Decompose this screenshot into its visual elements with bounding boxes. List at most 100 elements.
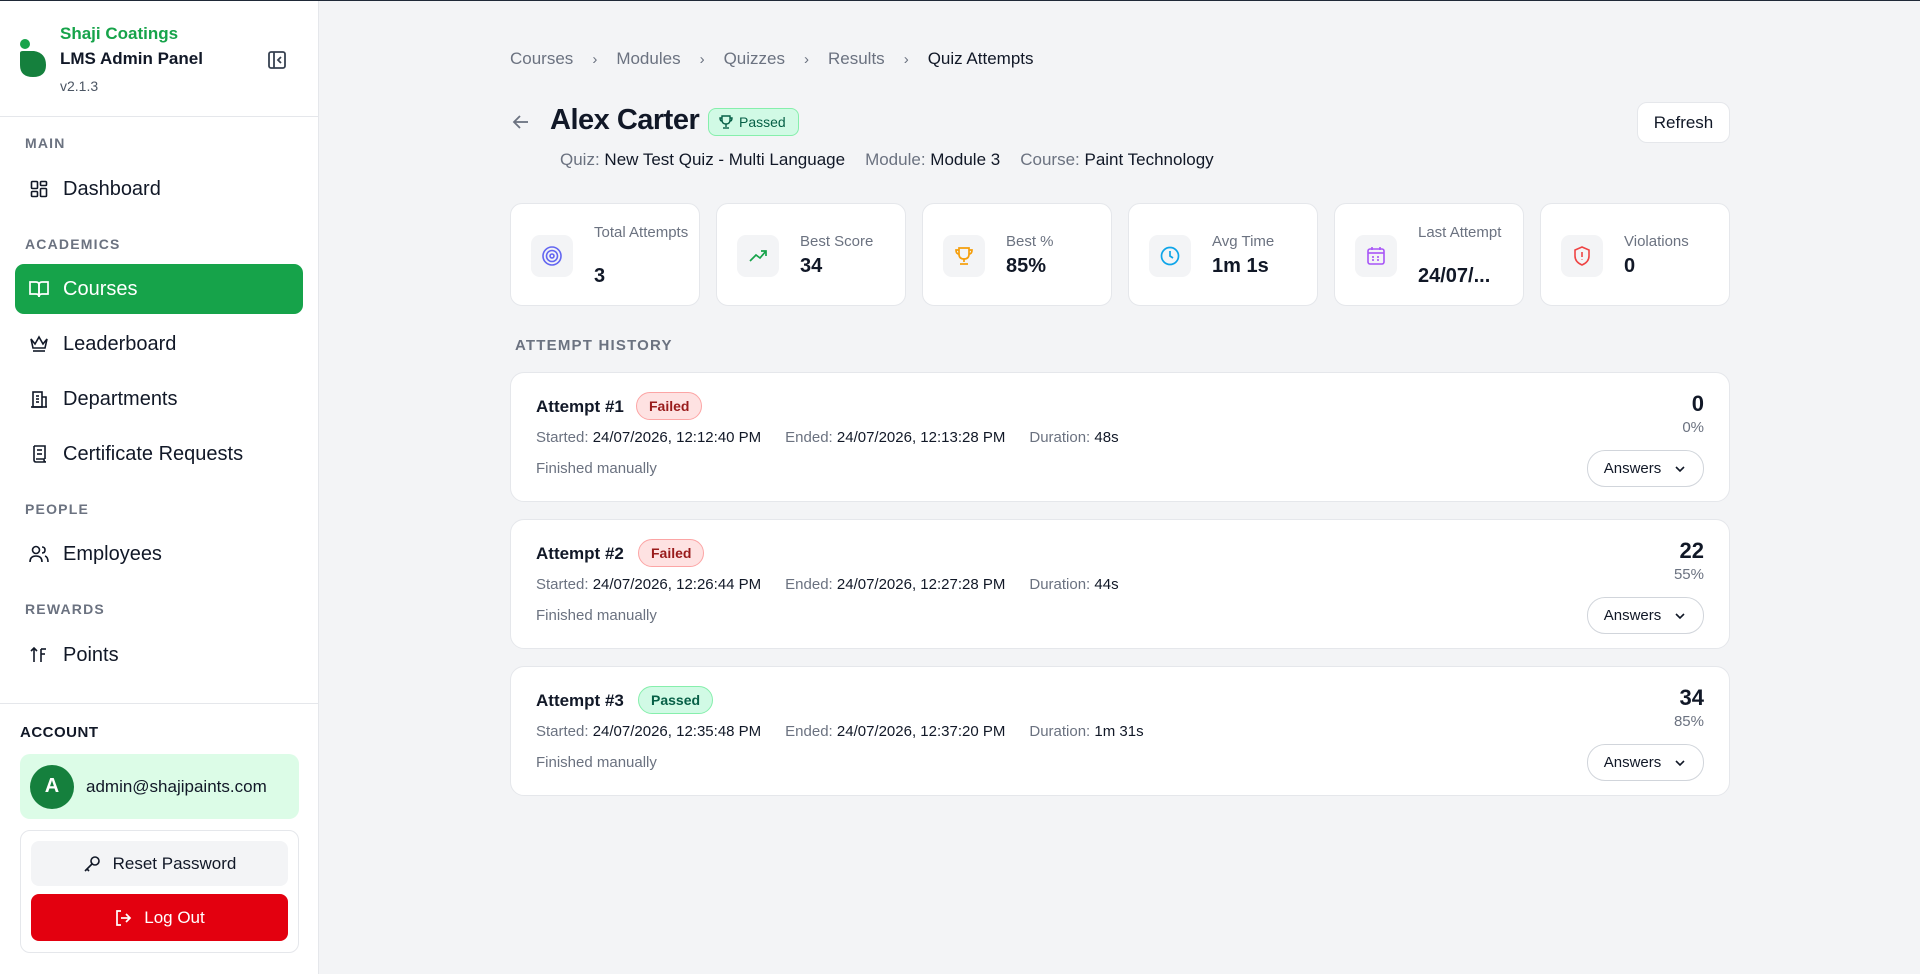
log-out-button[interactable]: Log Out [31, 894, 288, 941]
stat-violations: Violations 0 [1540, 203, 1730, 306]
chevron-down-icon [1673, 609, 1687, 623]
attempt-finish-note: Finished manually [536, 754, 657, 771]
user-card[interactable]: A admin@shajipaints.com [20, 754, 299, 819]
t-value: 24/07/2026, 12:12:40 PM [592, 429, 762, 446]
attempt-started: Started: 24/07/2026, 12:26:44 PM [536, 576, 761, 593]
stat-label: Last Attempt [1418, 224, 1502, 241]
answers-label: Answers [1603, 607, 1662, 624]
attempt-percent: 0% [1682, 419, 1704, 436]
attempt-card: Attempt #3 Passed Started: 24/07/2026, 1… [510, 666, 1730, 796]
t-value: 24/07/2026, 12:37:20 PM [836, 723, 1006, 740]
breadcrumb-results[interactable]: Results [828, 49, 885, 69]
t-label: Started: [536, 723, 589, 740]
status-badge: Passed [708, 108, 799, 136]
sidebar-item-leaderboard[interactable]: Leaderboard [15, 319, 303, 369]
app-title: LMS Admin Panel [60, 49, 203, 68]
stat-label: Best Score [800, 233, 874, 250]
attempt-ended: Ended: 24/07/2026, 12:37:20 PM [785, 723, 1005, 740]
sidebar-item-label: Points [63, 643, 119, 666]
account-section: ACCOUNT A admin@shajipaints.com Reset Pa… [0, 703, 319, 974]
t-label: Started: [536, 429, 589, 446]
answers-label: Answers [1603, 460, 1662, 477]
meta-label: Quiz: [560, 150, 600, 169]
breadcrumb-courses[interactable]: Courses [510, 49, 573, 69]
page-title: Alex Carter [550, 104, 700, 136]
app-version: v2.1.3 [60, 78, 99, 94]
stat-best-percent: Best % 85% [922, 203, 1112, 306]
t-label: Duration: [1029, 576, 1091, 593]
sidebar-item-label: Employees [63, 542, 162, 565]
sort-arrows-icon [29, 645, 49, 665]
attempt-times: Started: 24/07/2026, 12:26:44 PM Ended: … [536, 576, 1143, 593]
stat-value: 85% [1006, 255, 1047, 277]
target-icon [531, 235, 573, 277]
breadcrumb: Courses › Modules › Quizzes › Results › … [510, 49, 1034, 69]
calendar-icon [1355, 235, 1397, 277]
t-label: Ended: [785, 723, 833, 740]
section-label-main: MAIN [25, 135, 66, 151]
company-name: Shaji Coatings [60, 24, 179, 43]
log-out-icon [114, 909, 132, 927]
t-value: 24/07/2026, 12:35:48 PM [592, 723, 762, 740]
attempt-ended: Ended: 24/07/2026, 12:13:28 PM [785, 429, 1005, 446]
stat-label: Violations [1624, 233, 1689, 250]
attempt-title: Attempt #3 [536, 691, 624, 710]
t-value: 24/07/2026, 12:26:44 PM [592, 576, 762, 593]
trending-up-icon [737, 235, 779, 277]
sidebar-item-label: Certificate Requests [63, 442, 244, 465]
attempt-score: 22 [1679, 538, 1704, 563]
answers-button[interactable]: Answers [1587, 450, 1704, 487]
chevron-right-icon: › [592, 50, 598, 68]
attempt-duration: Duration: 1m 31s [1029, 723, 1143, 740]
stat-best-score: Best Score 34 [716, 203, 906, 306]
t-label: Duration: [1029, 723, 1091, 740]
breadcrumb-quizzes[interactable]: Quizzes [724, 49, 785, 69]
attempt-card: Attempt #1 Failed Started: 24/07/2026, 1… [510, 372, 1730, 502]
attempt-duration: Duration: 48s [1029, 429, 1118, 446]
t-label: Ended: [785, 576, 833, 593]
t-label: Duration: [1029, 429, 1091, 446]
sidebar: Shaji Coatings LMS Admin Panel v2.1.3 MA… [0, 1, 319, 974]
sidebar-item-points[interactable]: Points [15, 630, 303, 680]
attempt-title: Attempt #2 [536, 544, 624, 563]
stat-label: Total Attempts [594, 224, 689, 241]
breadcrumb-modules[interactable]: Modules [616, 49, 680, 69]
meta-course: Course: Paint Technology [1020, 150, 1213, 170]
stat-value: 24/07/... [1418, 265, 1491, 287]
attempt-started: Started: 24/07/2026, 12:35:48 PM [536, 723, 761, 740]
sidebar-item-certificate-requests[interactable]: Certificate Requests [15, 429, 303, 479]
sidebar-item-employees[interactable]: Employees [15, 529, 303, 579]
sidebar-item-departments[interactable]: Departments [15, 374, 303, 424]
user-email: admin@shajipaints.com [86, 776, 267, 796]
trophy-icon [943, 235, 985, 277]
chevron-down-icon [1673, 756, 1687, 770]
attempt-percent: 55% [1673, 566, 1704, 583]
answers-label: Answers [1603, 754, 1662, 771]
stat-value: 0 [1624, 255, 1636, 277]
back-arrow-icon[interactable] [510, 111, 532, 133]
brand-logo [20, 39, 46, 77]
refresh-button[interactable]: Refresh [1637, 102, 1730, 143]
chevron-right-icon: › [903, 50, 909, 68]
crown-icon [29, 334, 49, 354]
sidebar-collapse-icon[interactable] [266, 49, 288, 71]
stat-value: 1m 1s [1212, 255, 1269, 277]
sidebar-item-courses[interactable]: Courses [15, 264, 303, 314]
reset-password-button[interactable]: Reset Password [31, 841, 288, 886]
answers-button[interactable]: Answers [1587, 597, 1704, 634]
meta-value: Module 3 [930, 150, 1001, 169]
account-label: ACCOUNT [20, 724, 99, 741]
stat-value: 3 [594, 265, 606, 287]
brand-header: Shaji Coatings LMS Admin Panel v2.1.3 [0, 1, 319, 117]
chevron-right-icon: › [804, 50, 809, 68]
sidebar-item-dashboard[interactable]: Dashboard [15, 164, 303, 214]
answers-button[interactable]: Answers [1587, 744, 1704, 781]
sidebar-item-label: Leaderboard [63, 332, 177, 355]
attempt-finish-note: Finished manually [536, 607, 657, 624]
meta-value: Paint Technology [1084, 150, 1214, 169]
clock-icon [1149, 235, 1191, 277]
attempt-times: Started: 24/07/2026, 12:12:40 PM Ended: … [536, 429, 1143, 446]
meta-module: Module: Module 3 [865, 150, 1000, 170]
sidebar-item-label: Dashboard [63, 177, 161, 200]
stat-value: 34 [800, 255, 823, 277]
